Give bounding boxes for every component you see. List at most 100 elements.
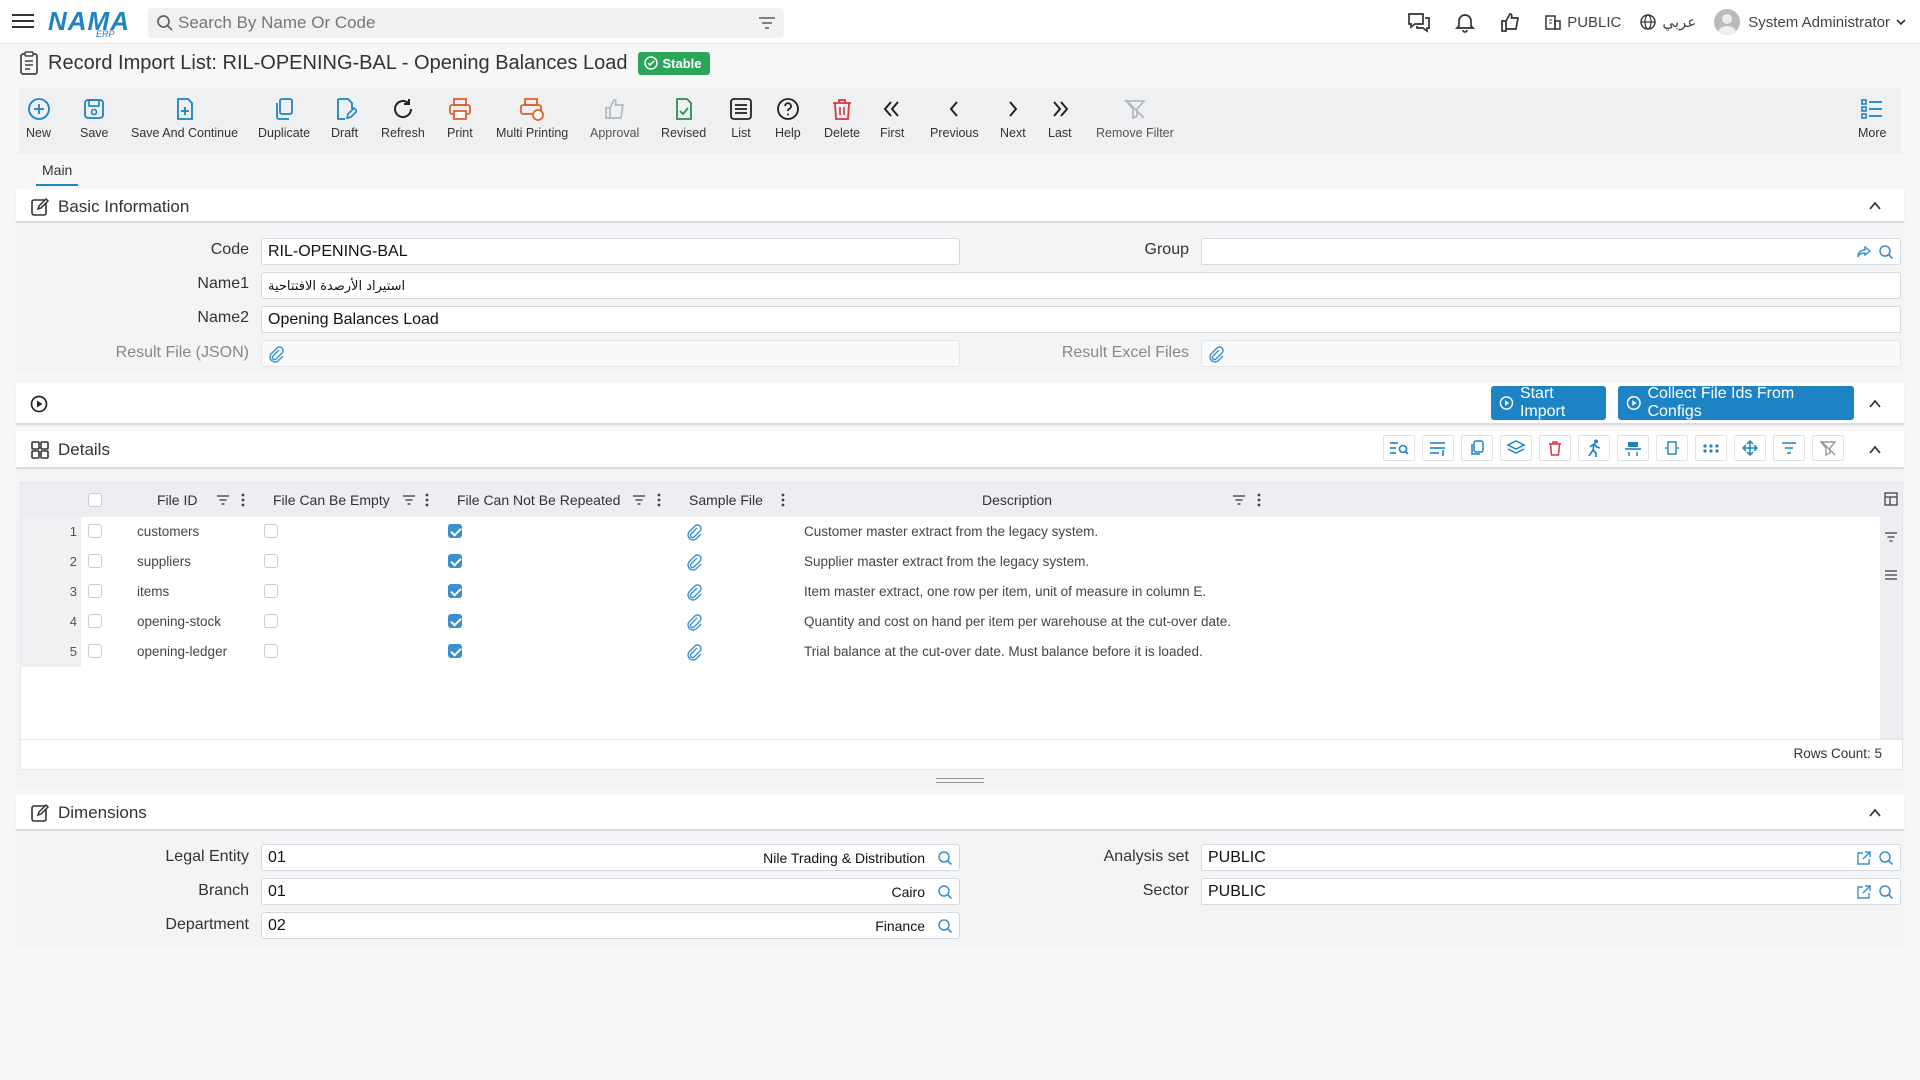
not-repeated-checkbox[interactable] [448, 524, 462, 538]
dots-grid-button[interactable] [1695, 435, 1727, 461]
column-menu-icon[interactable] [241, 493, 245, 507]
row-select-checkbox[interactable] [88, 524, 102, 538]
grid-search-button[interactable] [1383, 435, 1415, 461]
menu-panel-icon[interactable] [1884, 569, 1898, 581]
result-json-field[interactable] [261, 340, 960, 367]
paperclip-icon[interactable] [686, 583, 702, 604]
remove-filter-button[interactable]: Remove Filter [1096, 94, 1174, 140]
name2-field[interactable]: Opening Balances Load [261, 306, 1901, 333]
column-header-not-repeated[interactable]: File Can Not Be Repeated [457, 492, 620, 508]
more-button[interactable]: More [1858, 94, 1886, 140]
column-filter-icon[interactable] [216, 494, 230, 506]
paperclip-icon[interactable] [686, 553, 702, 574]
duplicate-button[interactable]: Duplicate [258, 94, 310, 140]
chevron-up-icon[interactable] [1868, 443, 1882, 457]
lookup-icon[interactable] [1878, 850, 1894, 866]
column-menu-icon[interactable] [781, 493, 785, 507]
last-button[interactable]: Last [1048, 94, 1072, 140]
language-selector[interactable]: عربي [1639, 13, 1696, 31]
file-id-cell[interactable]: customers [137, 524, 199, 539]
sector-field[interactable]: PUBLIC [1201, 878, 1901, 905]
description-cell[interactable]: Trial balance at the cut-over date. Must… [804, 644, 1203, 659]
column-menu-icon[interactable] [657, 493, 661, 507]
column-filter-icon[interactable] [402, 494, 416, 506]
chevron-up-icon[interactable] [1868, 199, 1882, 213]
description-cell[interactable]: Customer master extract from the legacy … [804, 524, 1098, 539]
select-all-checkbox[interactable] [88, 493, 102, 507]
code-field[interactable]: RIL-OPENING-BAL [261, 238, 960, 265]
column-menu-icon[interactable] [1257, 493, 1261, 507]
chat-icon[interactable] [1407, 11, 1436, 33]
share-icon[interactable] [1856, 244, 1872, 260]
resize-handle[interactable] [936, 778, 984, 783]
start-import-button[interactable]: Start Import [1491, 385, 1606, 420]
layers-button[interactable] [1500, 435, 1532, 461]
insert-row-button[interactable] [1617, 435, 1649, 461]
help-button[interactable]: Help [775, 94, 801, 140]
paperclip-icon[interactable] [686, 643, 702, 664]
logo[interactable]: NAMA ERP [48, 6, 130, 39]
can-be-empty-checkbox[interactable] [264, 554, 278, 568]
not-repeated-checkbox[interactable] [448, 554, 462, 568]
can-be-empty-checkbox[interactable] [264, 584, 278, 598]
save-button[interactable]: Save [80, 94, 109, 140]
not-repeated-checkbox[interactable] [448, 644, 462, 658]
basic-information-header[interactable]: Basic Information [16, 189, 1904, 223]
new-button[interactable]: New [26, 94, 51, 140]
description-cell[interactable]: Item master extract, one row per item, u… [804, 584, 1206, 599]
file-id-cell[interactable]: suppliers [137, 554, 191, 569]
previous-button[interactable]: Previous [930, 94, 979, 140]
next-button[interactable]: Next [1000, 94, 1026, 140]
not-repeated-checkbox[interactable] [448, 614, 462, 628]
column-menu-icon[interactable] [425, 493, 429, 507]
table-row[interactable]: 2 suppliers Supplier master extract from t… [21, 547, 1271, 577]
legal-entity-field[interactable]: 01 Nile Trading & Distribution [261, 844, 960, 871]
menu-icon[interactable] [12, 11, 34, 31]
file-id-cell[interactable]: opening-stock [137, 614, 221, 629]
paperclip-icon[interactable] [268, 345, 284, 363]
columns-panel-icon[interactable] [1884, 492, 1898, 506]
description-cell[interactable]: Quantity and cost on hand per item per w… [804, 614, 1231, 629]
row-select-checkbox[interactable] [88, 644, 102, 658]
tab-main[interactable]: Main [36, 158, 79, 186]
lookup-icon[interactable] [937, 884, 953, 900]
add-row-button[interactable] [1422, 435, 1454, 461]
paperclip-icon[interactable] [1208, 345, 1224, 363]
company-selector[interactable]: PUBLIC [1544, 13, 1621, 31]
row-select-checkbox[interactable] [88, 554, 102, 568]
lookup-icon[interactable] [937, 918, 953, 934]
row-select-checkbox[interactable] [88, 584, 102, 598]
group-field[interactable] [1201, 238, 1901, 265]
external-link-icon[interactable] [1856, 884, 1872, 900]
bell-icon[interactable] [1454, 11, 1481, 33]
description-cell[interactable]: Supplier master extract from the legacy … [804, 554, 1089, 569]
list-button[interactable]: List [729, 94, 753, 140]
file-id-cell[interactable]: opening-ledger [137, 644, 227, 659]
table-row[interactable]: 5 opening-ledger Trial balance at the cut-… [21, 637, 1271, 667]
analysis-set-field[interactable]: PUBLIC [1201, 844, 1901, 871]
row-select-checkbox[interactable] [88, 614, 102, 628]
first-button[interactable]: First [880, 94, 904, 140]
clear-filter-button[interactable] [1812, 435, 1844, 461]
column-header-sample-file[interactable]: Sample File [689, 492, 763, 508]
branch-field[interactable]: 01 Cairo [261, 878, 960, 905]
lookup-icon[interactable] [937, 850, 953, 866]
chevron-up-icon[interactable] [1868, 806, 1882, 820]
delete-row-button[interactable] [1539, 435, 1571, 461]
can-be-empty-checkbox[interactable] [264, 524, 278, 538]
fit-columns-button[interactable] [1656, 435, 1688, 461]
department-field[interactable]: 02 Finance [261, 912, 960, 939]
paperclip-icon[interactable] [686, 613, 702, 634]
user-menu[interactable]: System Administrator [1714, 9, 1908, 35]
refresh-button[interactable]: Refresh [381, 94, 425, 140]
collect-file-ids-button[interactable]: Collect File Ids From Configs [1618, 385, 1854, 420]
details-header[interactable]: Details [16, 431, 1904, 469]
approval-button[interactable]: Approval [590, 94, 639, 140]
lookup-icon[interactable] [1878, 884, 1894, 900]
copy-row-button[interactable] [1461, 435, 1493, 461]
print-button[interactable]: Print [447, 94, 473, 140]
external-link-icon[interactable] [1856, 850, 1872, 866]
revised-button[interactable]: Revised [661, 94, 706, 140]
play-circle-icon[interactable] [30, 395, 48, 413]
filter-button[interactable] [1773, 435, 1805, 461]
